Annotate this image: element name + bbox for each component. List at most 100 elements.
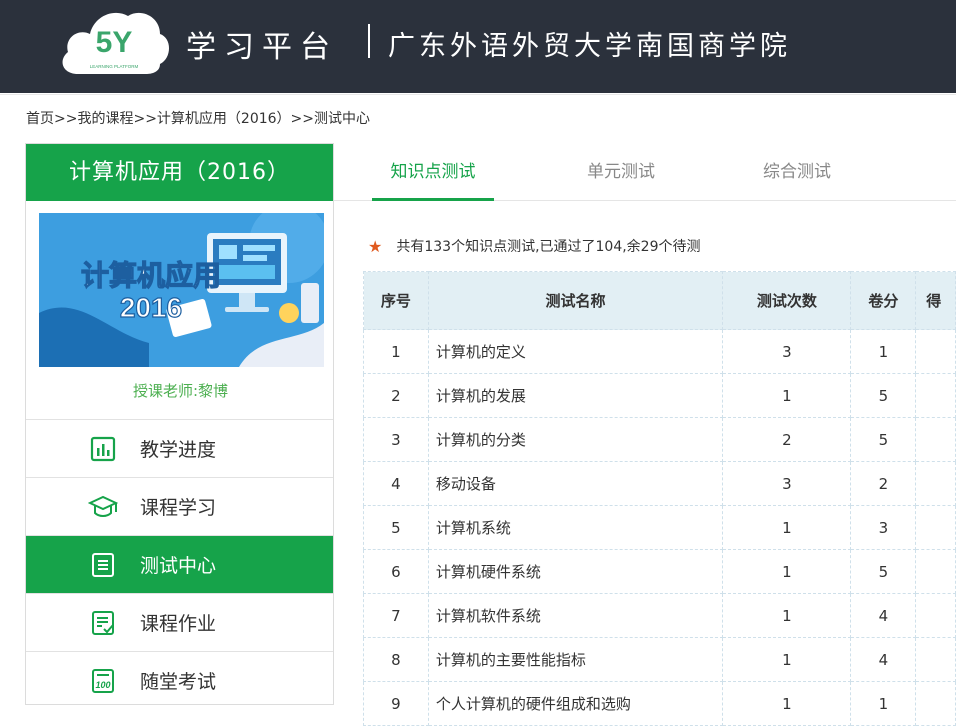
- test-summary: ★ 共有133个知识点测试,已通过了104,余29个待测: [368, 236, 701, 256]
- score: [915, 549, 956, 594]
- tab-knowledge-test[interactable]: 知识点测试: [372, 143, 494, 201]
- paper-score: 4: [850, 637, 917, 682]
- score: [915, 373, 956, 418]
- test-name[interactable]: 计算机软件系统: [427, 593, 724, 638]
- table-header-row: 序号 测试名称 测试次数 卷分 得: [363, 271, 956, 330]
- document-icon: [88, 550, 118, 580]
- score: [915, 681, 956, 726]
- score: [915, 329, 956, 374]
- table-row[interactable]: 9 个人计算机的硬件组成和选购 1 1: [363, 681, 956, 726]
- summary-text: 共有133个知识点测试,已通过了104,余29个待测: [396, 239, 701, 255]
- row-index: 1: [363, 329, 429, 374]
- test-name[interactable]: 计算机的定义: [427, 329, 724, 374]
- score: [915, 637, 956, 682]
- row-index: 6: [363, 549, 429, 594]
- column-header-score: 得: [915, 271, 956, 330]
- test-name[interactable]: 计算机的分类: [427, 417, 724, 462]
- attempt-count: 3: [722, 461, 852, 506]
- column-header-paper-score: 卷分: [850, 271, 917, 330]
- table-body: 1 计算机的定义 3 1 2 计算机的发展 1 5 3 计算机的分类 2 5 4 移动设备 3 2 5 计算机系统…: [363, 329, 956, 726]
- platform-name: 学习平台: [186, 30, 338, 65]
- table-row[interactable]: 5 计算机系统 1 3: [363, 505, 956, 550]
- sidebar-item-homework[interactable]: 课程作业: [26, 593, 333, 651]
- svg-text:100: 100: [95, 680, 110, 690]
- score: [915, 593, 956, 638]
- column-header-attempts: 测试次数: [722, 271, 852, 330]
- paper-score: 3: [850, 505, 917, 550]
- table-row[interactable]: 1 计算机的定义 3 1: [363, 329, 956, 374]
- table-row[interactable]: 7 计算机软件系统 1 4: [363, 593, 956, 638]
- test-name[interactable]: 计算机的发展: [427, 373, 724, 418]
- attempt-count: 2: [722, 417, 852, 462]
- sidebar-item-study[interactable]: 课程学习: [26, 477, 333, 535]
- sidebar-nav: 教学进度 课程学习 测试中心 课程作业 100 随堂考试: [26, 419, 333, 704]
- paper-score: 4: [850, 593, 917, 638]
- column-header-name: 测试名称: [427, 271, 724, 330]
- cover-title-line2: 2016: [120, 292, 182, 323]
- score: [915, 417, 956, 462]
- top-header: 5Y LEARNING PLATFORM 学习平台 广东外语外贸大学南国商学院: [0, 0, 956, 93]
- cover-title-line1: 计算机应用: [81, 259, 221, 291]
- exam-icon: 100: [88, 666, 118, 696]
- breadcrumb[interactable]: 首页>>我的课程>>计算机应用（2016）>>测试中心: [26, 108, 370, 128]
- sidebar-item-progress[interactable]: 教学进度: [26, 419, 333, 477]
- paper-score: 1: [850, 681, 917, 726]
- row-index: 8: [363, 637, 429, 682]
- row-index: 5: [363, 505, 429, 550]
- row-index: 2: [363, 373, 429, 418]
- sidebar-item-label: 课程学习: [140, 497, 217, 519]
- platform-logo[interactable]: 5Y LEARNING PLATFORM: [56, 2, 172, 78]
- attempt-count: 1: [722, 593, 852, 638]
- sidebar-item-test-center[interactable]: 测试中心: [26, 535, 333, 593]
- table-row[interactable]: 6 计算机硬件系统 1 5: [363, 549, 956, 594]
- tab-comprehensive-test[interactable]: 综合测试: [736, 143, 858, 201]
- course-cover-image: 计算机应用 2016: [39, 213, 324, 367]
- column-header-index: 序号: [363, 271, 429, 330]
- school-name: 广东外语外贸大学南国商学院: [388, 31, 791, 62]
- test-name[interactable]: 移动设备: [427, 461, 724, 506]
- attempt-count: 3: [722, 329, 852, 374]
- sidebar-item-label: 教学进度: [140, 439, 217, 461]
- sidebar-item-label: 随堂考试: [140, 671, 217, 693]
- teacher-name: 授课老师:黎博: [132, 382, 229, 400]
- attempt-count: 1: [722, 373, 852, 418]
- star-icon: ★: [368, 236, 383, 256]
- row-index: 7: [363, 593, 429, 638]
- test-name[interactable]: 计算机系统: [427, 505, 724, 550]
- attempt-count: 1: [722, 637, 852, 682]
- row-index: 9: [363, 681, 429, 726]
- paper-score: 2: [850, 461, 917, 506]
- sidebar-item-label: 课程作业: [140, 613, 217, 635]
- sidebar: 计算机应用（2016） 计算机应用 2016 授课老师:黎博 教学进度 课程学习…: [25, 143, 334, 705]
- tab-unit-test[interactable]: 单元测试: [560, 143, 682, 201]
- test-type-tabs: 知识点测试 单元测试 综合测试: [334, 143, 956, 201]
- paper-score: 1: [850, 329, 917, 374]
- header-divider: [368, 24, 370, 58]
- logo-subtext: LEARNING PLATFORM: [90, 64, 139, 69]
- test-name[interactable]: 个人计算机的硬件组成和选购: [427, 681, 724, 726]
- chart-icon: [88, 434, 118, 464]
- checklist-icon: [88, 608, 118, 638]
- test-name[interactable]: 计算机的主要性能指标: [427, 637, 724, 682]
- row-index: 4: [363, 461, 429, 506]
- graduation-cap-icon: [88, 492, 118, 522]
- table-row[interactable]: 3 计算机的分类 2 5: [363, 417, 956, 462]
- logo-text: 5Y: [96, 26, 133, 59]
- paper-score: 5: [850, 373, 917, 418]
- test-name[interactable]: 计算机硬件系统: [427, 549, 724, 594]
- table-row[interactable]: 4 移动设备 3 2: [363, 461, 956, 506]
- attempt-count: 1: [722, 549, 852, 594]
- paper-score: 5: [850, 417, 917, 462]
- table-row[interactable]: 8 计算机的主要性能指标 1 4: [363, 637, 956, 682]
- sidebar-item-exam[interactable]: 100 随堂考试: [26, 651, 333, 704]
- paper-score: 5: [850, 549, 917, 594]
- course-title: 计算机应用（2016）: [26, 144, 333, 201]
- attempt-count: 1: [722, 505, 852, 550]
- row-index: 3: [363, 417, 429, 462]
- test-table: 序号 测试名称 测试次数 卷分 得 1 计算机的定义 3 1 2 计算机的发展 1 5 3 计算机…: [363, 271, 956, 726]
- table-row[interactable]: 2 计算机的发展 1 5: [363, 373, 956, 418]
- sidebar-item-label: 测试中心: [140, 555, 217, 577]
- score: [915, 505, 956, 550]
- score: [915, 461, 956, 506]
- divider: [0, 94, 956, 95]
